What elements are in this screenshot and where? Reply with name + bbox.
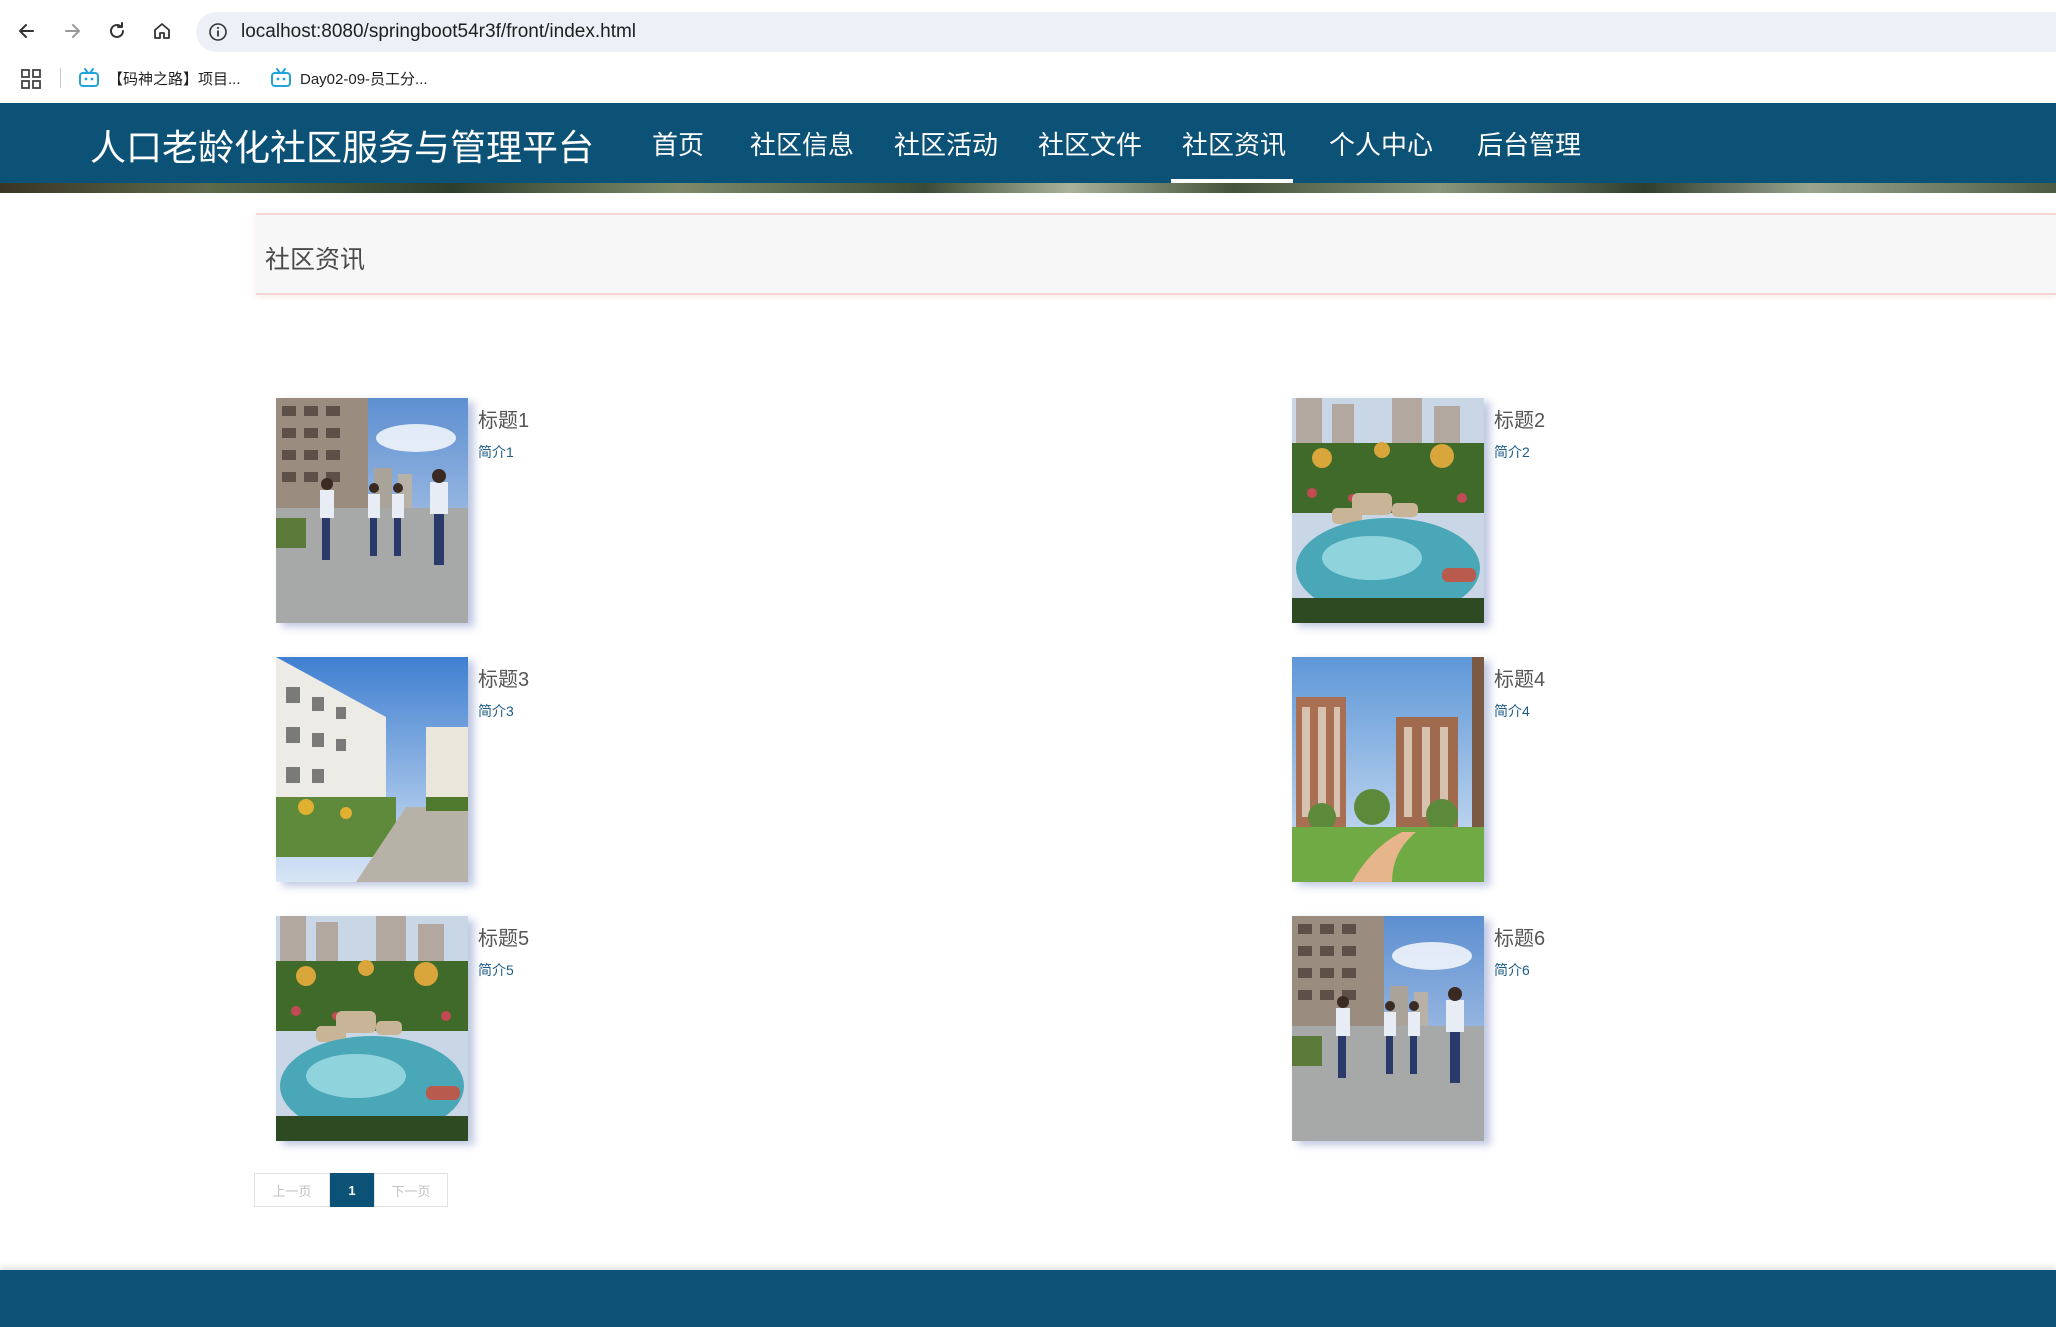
people-walking-photo bbox=[1292, 916, 1484, 1141]
section-header: 社区资讯 bbox=[256, 213, 2056, 295]
news-item[interactable]: 标题1 简介1 bbox=[276, 398, 1076, 628]
news-summary: 简介3 bbox=[478, 703, 514, 719]
reload-icon bbox=[110, 22, 124, 38]
news-summary: 简介1 bbox=[478, 444, 514, 460]
nav-community-activities[interactable]: 社区活动 bbox=[894, 125, 998, 162]
nav-community-news[interactable]: 社区资讯 bbox=[1182, 125, 1286, 162]
nav-community-info[interactable]: 社区信息 bbox=[750, 125, 854, 162]
address-bar[interactable]: localhost:8080/springboot54r3f/front/ind… bbox=[196, 12, 2056, 52]
site-header: 人口老龄化社区服务与管理平台 首页 社区信息 社区活动 社区文件 社区资讯 个人… bbox=[0, 103, 2056, 183]
news-thumbnail[interactable] bbox=[276, 657, 468, 882]
news-title[interactable]: 标题6 bbox=[1494, 922, 1545, 951]
home-icon bbox=[154, 23, 170, 39]
people-walking-photo bbox=[276, 398, 468, 623]
news-summary: 简介6 bbox=[1494, 962, 1530, 978]
bilibili-tv-icon bbox=[271, 68, 291, 87]
site-footer bbox=[0, 1270, 2056, 1327]
url-text[interactable]: localhost:8080/springboot54r3f/front/ind… bbox=[241, 21, 636, 43]
back-button[interactable] bbox=[10, 14, 44, 48]
news-item[interactable]: 标题2 简介2 bbox=[1292, 398, 2056, 628]
apps-grid-icon[interactable] bbox=[20, 68, 42, 90]
residential-street-photo bbox=[276, 657, 468, 882]
reload-button[interactable] bbox=[100, 14, 134, 48]
news-item[interactable]: 标题3 简介3 bbox=[276, 657, 1076, 887]
news-title[interactable]: 标题4 bbox=[1494, 663, 1545, 692]
news-thumbnail[interactable] bbox=[1292, 916, 1484, 1141]
news-title[interactable]: 标题2 bbox=[1494, 404, 1545, 433]
nav-home[interactable]: 首页 bbox=[652, 125, 704, 162]
garden-pond-photo bbox=[276, 916, 468, 1141]
bilibili-tv-icon bbox=[79, 68, 99, 87]
forward-button[interactable] bbox=[55, 14, 89, 48]
back-arrow-icon bbox=[19, 24, 34, 38]
news-summary: 简介4 bbox=[1494, 703, 1530, 719]
nav-admin[interactable]: 后台管理 bbox=[1477, 125, 1581, 162]
tower-garden-photo bbox=[1292, 657, 1484, 882]
bookmark-item[interactable]: Day02-09-员工分... bbox=[270, 65, 428, 91]
home-button[interactable] bbox=[145, 14, 179, 48]
browser-chrome: localhost:8080/springboot54r3f/front/ind… bbox=[0, 0, 2056, 102]
news-thumbnail[interactable] bbox=[1292, 398, 1484, 623]
site-brand[interactable]: 人口老龄化社区服务与管理平台 bbox=[90, 119, 594, 171]
bookmark-label: 【码神之路】项目... bbox=[108, 70, 241, 88]
news-item[interactable]: 标题5 简介5 bbox=[276, 916, 1076, 1146]
news-summary: 简介2 bbox=[1494, 444, 1530, 460]
bookmark-separator bbox=[60, 68, 61, 88]
news-title[interactable]: 标题5 bbox=[478, 922, 529, 951]
forward-arrow-icon bbox=[65, 24, 80, 38]
pagination: 上一页 1 下一页 bbox=[254, 1173, 448, 1207]
news-summary: 简介5 bbox=[478, 962, 514, 978]
news-item[interactable]: 标题6 简介6 bbox=[1292, 916, 2056, 1146]
next-page-button[interactable]: 下一页 bbox=[374, 1173, 448, 1207]
page-number-current[interactable]: 1 bbox=[330, 1173, 374, 1207]
news-item[interactable]: 标题4 简介4 bbox=[1292, 657, 2056, 887]
bookmarks-bar: 【码神之路】项目... Day02-09-员工分... bbox=[0, 60, 2056, 96]
news-thumbnail[interactable] bbox=[1292, 657, 1484, 882]
nav-personal-center[interactable]: 个人中心 bbox=[1329, 125, 1433, 162]
address-row: localhost:8080/springboot54r3f/front/ind… bbox=[0, 8, 2056, 54]
banner-image-strip bbox=[0, 183, 2056, 193]
nav-community-files[interactable]: 社区文件 bbox=[1038, 125, 1142, 162]
site-info-icon[interactable] bbox=[208, 22, 228, 42]
news-thumbnail[interactable] bbox=[276, 398, 468, 623]
news-title[interactable]: 标题3 bbox=[478, 663, 529, 692]
garden-pond-photo bbox=[1292, 398, 1484, 623]
section-title: 社区资讯 bbox=[265, 246, 366, 274]
bookmark-label: Day02-09-员工分... bbox=[300, 70, 428, 88]
news-title[interactable]: 标题1 bbox=[478, 404, 529, 433]
prev-page-button[interactable]: 上一页 bbox=[254, 1173, 330, 1207]
bookmark-item[interactable]: 【码神之路】项目... bbox=[78, 65, 241, 91]
news-thumbnail[interactable] bbox=[276, 916, 468, 1141]
